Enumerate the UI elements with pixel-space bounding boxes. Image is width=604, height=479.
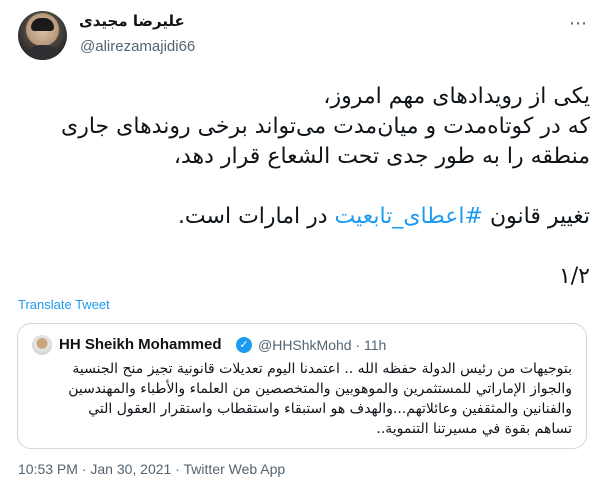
- quoted-line: تساهم بقوة في مسيرتنا التنموية..: [376, 421, 572, 437]
- quoted-line: بتوجيهات من رئيس الدولة حفظه الله .. اعت…: [72, 361, 572, 377]
- author-handle[interactable]: @alirezamajidi66: [80, 38, 195, 55]
- quoted-author-avatar: [32, 335, 52, 355]
- tweet-timestamp[interactable]: 10:53 PM · Jan 30, 2021 · Twitter Web Ap…: [18, 461, 285, 477]
- hashtag-link[interactable]: #اعطای_تابعیت: [335, 204, 483, 229]
- quoted-line: والفنانين والمثقفين وعائلاتهم...والهدف ه…: [88, 401, 572, 417]
- tweet-body: یکی از رویدادهای مهم امروز، که در کوتاه‌…: [20, 82, 590, 292]
- thread-counter: ۱/۲: [558, 264, 590, 289]
- tweet-line: یکی از رویدادهای مهم امروز،: [323, 84, 590, 109]
- tweet-header: علیرضا مجیدی @alirezamajidi66 ⋯: [0, 0, 604, 72]
- translate-tweet-link[interactable]: Translate Tweet: [18, 297, 110, 312]
- verified-badge-icon: ✓: [236, 337, 252, 353]
- author-name[interactable]: علیرضا مجیدی: [79, 12, 185, 30]
- quoted-tweet[interactable]: HH Sheikh Mohammed ✓ @HHShkMohd · 11h بت…: [17, 323, 587, 449]
- quoted-tweet-text: بتوجيهات من رئيس الدولة حفظه الله .. اعت…: [32, 359, 572, 439]
- author-avatar[interactable]: [18, 11, 67, 60]
- more-options-icon[interactable]: ⋯: [566, 15, 590, 36]
- quoted-author-meta: @HHShkMohd · 11h: [258, 337, 387, 353]
- tweet-line-before-hashtag: تغییر قانون: [482, 204, 590, 229]
- avatar-body: [24, 45, 61, 60]
- avatar-hair: [31, 18, 54, 31]
- tweet-line: منطقه را به طور جدی تحت الشعاع قرار دهد،: [173, 144, 590, 169]
- quoted-author-name: HH Sheikh Mohammed: [59, 336, 222, 353]
- quoted-line: والجواز الإماراتي للمستثمرين والموهوبين …: [68, 381, 572, 397]
- tweet-line: که در کوتاه‌مدت و میان‌مدت می‌تواند برخی…: [61, 114, 590, 139]
- tweet-line-after-hashtag: در امارات است.: [177, 204, 335, 229]
- tweet-line-hashtag: تغییر قانون #اعطای_تابعیت در امارات است.: [20, 202, 590, 232]
